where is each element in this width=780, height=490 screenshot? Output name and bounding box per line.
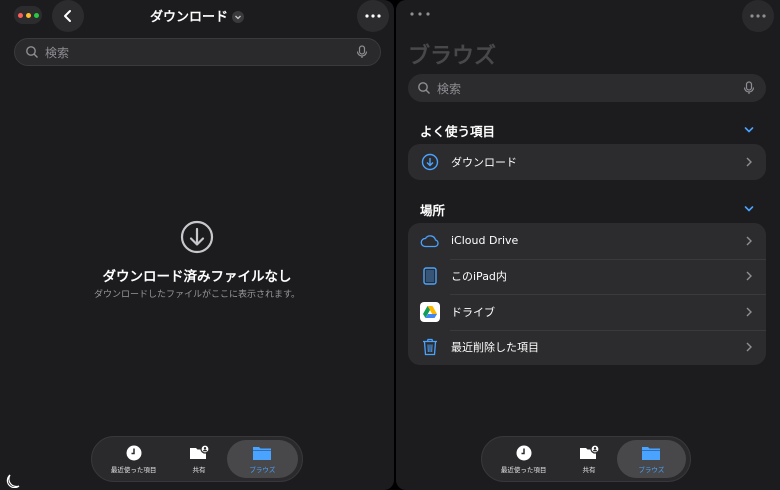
list-item-label: 最近削除した項目: [451, 341, 539, 355]
favorites-header[interactable]: よく使う項目: [420, 121, 495, 140]
tab-label: 最近使った項目: [500, 465, 547, 474]
more-button[interactable]: [742, 0, 774, 32]
chevron-right-icon: [746, 236, 752, 246]
list-item-label: このiPad内: [451, 270, 507, 284]
search-placeholder: 検索: [45, 45, 70, 60]
clock-icon: [516, 445, 532, 460]
shared-folder-icon: [189, 444, 209, 459]
tab-bar: 最近使った項目 共有 ブラウズ: [481, 436, 691, 482]
folder-icon: [642, 446, 661, 460]
locations-list: iCloud Drive このiPad内 ドライブ 最近削除した項目: [408, 223, 766, 365]
locations-header[interactable]: 場所: [420, 200, 445, 219]
favorites-list: ダウンロード: [408, 144, 766, 180]
chevron-down-icon: [232, 10, 244, 23]
tab-label: 共有: [582, 465, 596, 474]
chevron-down-icon[interactable]: [744, 126, 754, 134]
ellipsis-icon: [365, 14, 381, 18]
empty-state-subtitle: ダウンロードしたファイルがここに表示されます。: [93, 290, 301, 300]
sidebar-item-downloads[interactable]: ダウンロード: [408, 144, 766, 180]
tab-shared[interactable]: 共有: [171, 440, 226, 478]
download-circle-icon: [419, 151, 441, 173]
search-placeholder: 検索: [437, 81, 462, 96]
ipad-icon: [419, 265, 441, 287]
sidebar-item-google-drive[interactable]: ドライブ: [408, 294, 766, 330]
tab-label: 共有: [192, 465, 206, 474]
tab-label: ブラウズ: [249, 465, 276, 474]
download-empty-icon: [180, 220, 214, 254]
title-menu[interactable]: ダウンロード: [0, 6, 394, 25]
tab-recents[interactable]: 最近使った項目: [96, 440, 171, 478]
tab-browse[interactable]: ブラウズ: [226, 440, 298, 478]
sidebar-item-on-my-ipad[interactable]: このiPad内: [408, 258, 766, 295]
chevron-right-icon: [746, 271, 752, 281]
search-icon: [418, 82, 430, 94]
sidebar-item-icloud-drive[interactable]: iCloud Drive: [408, 223, 766, 259]
microphone-icon[interactable]: [743, 81, 755, 95]
more-button[interactable]: [357, 0, 389, 32]
chevron-right-icon: [746, 157, 752, 167]
list-item-label: iCloud Drive: [451, 234, 519, 248]
downloads-pane: ダウンロード 検索 ダウンロード済みファイルなし ダウンロードしたファイルがここ…: [0, 0, 394, 490]
ellipsis-icon: [750, 14, 766, 18]
list-item-label: ドライブ: [451, 305, 495, 319]
microphone-icon[interactable]: [356, 45, 368, 59]
search-field[interactable]: 検索: [14, 38, 381, 66]
cloud-icon: [419, 230, 441, 252]
shared-folder-icon: [579, 444, 599, 459]
chevron-right-icon: [746, 307, 752, 317]
tab-shared[interactable]: 共有: [561, 440, 616, 478]
folder-icon: [253, 446, 272, 460]
chevron-down-icon[interactable]: [744, 205, 754, 213]
sidebar-item-recently-deleted[interactable]: 最近削除した項目: [408, 329, 766, 366]
clock-icon: [126, 445, 142, 460]
moon-icon: [6, 474, 20, 488]
page-title: ブラウズ: [408, 44, 497, 69]
google-drive-icon: [419, 301, 441, 323]
empty-state-title: ダウンロード済みファイルなし: [102, 269, 292, 285]
multitask-handle-icon[interactable]: [410, 12, 430, 16]
tab-label: 最近使った項目: [110, 465, 157, 474]
page-title: ダウンロード: [149, 10, 228, 25]
search-icon: [26, 46, 38, 58]
chevron-right-icon: [746, 342, 752, 352]
search-field[interactable]: 検索: [408, 74, 766, 102]
list-item-label: ダウンロード: [451, 155, 517, 169]
tab-label: ブラウズ: [638, 465, 665, 474]
tab-bar: 最近使った項目 共有 ブラウズ: [91, 436, 303, 482]
tab-browse[interactable]: ブラウズ: [616, 440, 687, 478]
browse-pane: ブラウズ 検索 よく使う項目 ダウンロード 場所 iCloud Drive この…: [396, 0, 780, 490]
tab-recents[interactable]: 最近使った項目: [486, 440, 561, 478]
trash-icon: [419, 336, 441, 358]
